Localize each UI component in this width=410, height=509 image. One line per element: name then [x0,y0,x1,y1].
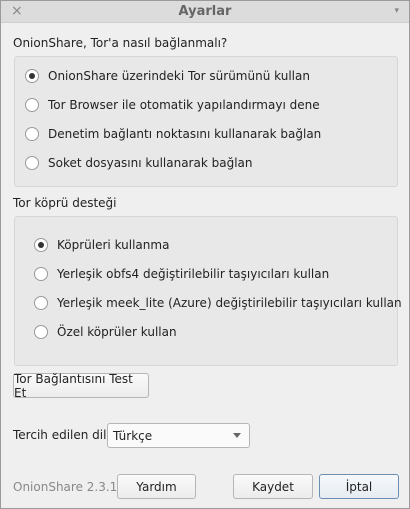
radio-label: Denetim bağlantı noktasını kullanarak ba… [48,127,322,141]
language-label: Tercih edilen dil [13,428,107,442]
radio-indicator [34,238,48,252]
radio-label: OnionShare üzerindeki Tor sürümünü kulla… [48,69,310,83]
radio-custom-bridges[interactable]: Özel köprüler kullan [34,322,177,342]
radio-automatic[interactable]: Tor Browser ile otomatik yapılandırmayı … [25,95,320,115]
test-connection-button[interactable]: Tor Bağlantısını Test Et [13,372,149,400]
radio-indicator [25,127,39,141]
radio-indicator [25,156,39,170]
radio-label: Yerleşik obfs4 değiştirilebilir taşıyıcı… [57,267,330,281]
radio-indicator [34,325,48,339]
radio-no-bridges[interactable]: Köprüleri kullanma [34,235,169,255]
radio-control-port[interactable]: Denetim bağlantı noktasını kullanarak ba… [25,124,321,144]
radio-label: Soket dosyasını kullanarak bağlan [48,156,253,170]
window-title: Ayarlar [178,4,232,19]
radio-indicator [34,267,48,281]
radio-indicator [25,98,39,112]
chevron-down-icon [233,433,241,438]
radio-bundled-tor[interactable]: OnionShare üzerindeki Tor sürümünü kulla… [25,66,310,86]
connection-label: OnionShare, Tor'a nasıl bağlanmalı? [13,36,228,50]
radio-label: Özel köprüler kullan [57,325,177,339]
version-label: OnionShare 2.3.1 [13,480,118,494]
radio-meek-lite[interactable]: Yerleşik meek_lite (Azure) değiştirilebi… [34,293,402,313]
help-button[interactable]: Yardım [117,474,196,499]
radio-indicator [34,296,48,310]
radio-indicator [25,69,39,83]
radio-label: Tor Browser ile otomatik yapılandırmayı … [48,98,320,112]
window-menu-icon[interactable]: ▾ [394,6,399,16]
radio-socket-file[interactable]: Soket dosyasını kullanarak bağlan [25,153,253,173]
bridges-label: Tor köprü desteği [13,196,117,210]
language-select[interactable]: Türkçe [107,423,250,448]
radio-label: Yerleşik meek_lite (Azure) değiştirilebi… [57,296,402,310]
radio-obfs4[interactable]: Yerleşik obfs4 değiştirilebilir taşıyıcı… [34,264,329,284]
language-value: Türkçe [113,428,153,443]
title-bar: × Ayarlar ▾ [1,1,409,23]
cancel-button[interactable]: İptal [319,474,399,499]
save-button[interactable]: Kaydet [233,474,313,499]
radio-label: Köprüleri kullanma [57,238,170,252]
